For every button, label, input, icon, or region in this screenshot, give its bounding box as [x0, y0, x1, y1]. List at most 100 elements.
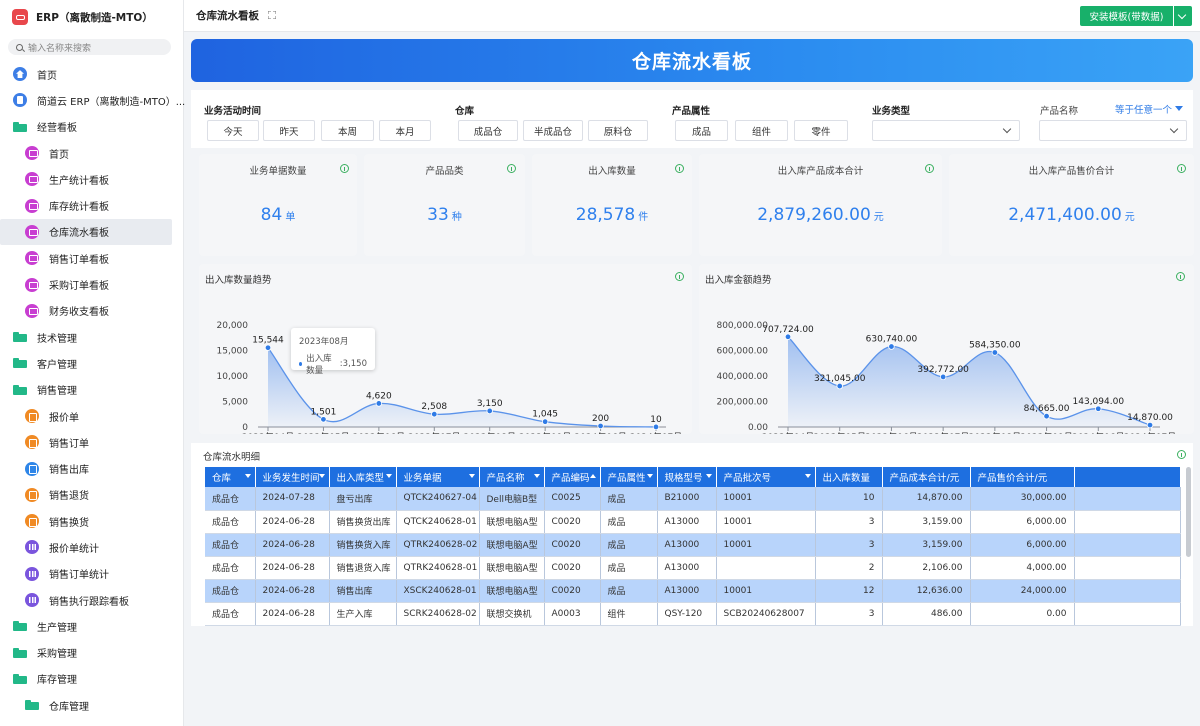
- sidebar-item[interactable]: 库存统计看板: [0, 192, 183, 218]
- column-header[interactable]: 仓库: [205, 467, 256, 487]
- sidebar-item[interactable]: 财务收支看板: [0, 298, 183, 324]
- sidebar-item[interactable]: 报价单统计: [0, 534, 183, 560]
- column-header[interactable]: 产品成本合计/元: [882, 467, 971, 487]
- column-header[interactable]: 产品编码: [544, 467, 601, 487]
- sidebar-item[interactable]: 生产统计看板: [0, 166, 183, 192]
- sidebar-item[interactable]: 销售订单看板: [0, 245, 183, 271]
- sort-icon[interactable]: [705, 474, 712, 478]
- sidebar-item[interactable]: 销售出库: [0, 455, 183, 481]
- column-header[interactable]: 产品批次号: [716, 467, 816, 487]
- sidebar-item[interactable]: 仓库管理: [0, 692, 183, 718]
- column-header[interactable]: 出入库数量: [815, 467, 883, 487]
- fullscreen-icon[interactable]: [267, 10, 277, 20]
- column-header[interactable]: 业务发生时间: [255, 467, 330, 487]
- sort-icon[interactable]: [646, 474, 653, 478]
- data-point[interactable]: [888, 343, 895, 350]
- sidebar-item[interactable]: 采购管理: [0, 640, 183, 666]
- data-point[interactable]: [939, 373, 947, 381]
- table-row[interactable]: 成品仓 2024-06-28 销售出库 XSCK240628-01 联想电脑A型 C002…: [205, 579, 1181, 603]
- sidebar-item[interactable]: 客户管理: [0, 350, 183, 376]
- product-name-select[interactable]: [1039, 120, 1187, 141]
- data-point[interactable]: [1043, 413, 1050, 420]
- folder-icon: [13, 330, 27, 344]
- kpi-cost-total: 出入库产品成本合计 2,879,260.00 元: [699, 154, 942, 256]
- sidebar-item-label: 库存管理: [37, 675, 77, 687]
- data-point[interactable]: [486, 407, 493, 415]
- install-dropdown-icon[interactable]: [1174, 6, 1192, 26]
- warehouse-filter-semi[interactable]: 半成品仓: [523, 120, 583, 141]
- table-cell: 12,636.00: [882, 579, 971, 603]
- info-icon[interactable]: [1177, 450, 1186, 459]
- info-icon[interactable]: [1177, 164, 1186, 173]
- data-point[interactable]: [431, 411, 438, 418]
- time-filter-today[interactable]: 今天: [207, 120, 259, 141]
- data-point[interactable]: [784, 333, 792, 340]
- sidebar-item[interactable]: 销售管理: [0, 377, 183, 403]
- sidebar-item[interactable]: 销售订单统计: [0, 561, 183, 587]
- sidebar-item[interactable]: 销售退货: [0, 482, 183, 508]
- info-icon[interactable]: [340, 164, 349, 173]
- sidebar-item[interactable]: 经营看板: [0, 114, 183, 140]
- table-row[interactable]: 成品仓 2024-07-28 盘亏出库 QTCK240627-04 Dell电脑B型 C0…: [205, 487, 1181, 511]
- sidebar-item[interactable]: 库存管理: [0, 666, 183, 692]
- sort-asc-icon[interactable]: [589, 474, 596, 478]
- time-filter-yesterday[interactable]: 昨天: [263, 120, 315, 141]
- data-point[interactable]: [320, 416, 327, 423]
- data-point[interactable]: [375, 400, 383, 407]
- sidebar-item[interactable]: 生产管理: [0, 613, 183, 639]
- table-row[interactable]: 成品仓 2024-06-28 销售退货入库 QTRK240628-01 联想电脑A型 C0…: [205, 556, 1181, 580]
- column-header[interactable]: 出入库类型: [329, 467, 397, 487]
- sidebar-item[interactable]: 技术管理: [0, 324, 183, 350]
- attr-filter-part[interactable]: 零件: [794, 120, 848, 141]
- table-cell: B21000: [657, 487, 717, 511]
- column-header[interactable]: 业务单据: [396, 467, 480, 487]
- table-row[interactable]: 成品仓 2024-06-28 生产入库 SCRK240628-02 联想交换机 A0003…: [205, 602, 1181, 626]
- attr-filter-component[interactable]: 组件: [735, 120, 788, 141]
- attr-filter-finished[interactable]: 成品: [675, 120, 728, 141]
- sidebar-item[interactable]: 采购订单看板: [0, 271, 183, 297]
- table-row[interactable]: 成品仓 2024-06-28 销售换货入库 QTRK240628-02 联想电脑A型 C0…: [205, 533, 1181, 557]
- column-header[interactable]: 规格型号: [657, 467, 717, 487]
- warehouse-filter-finished[interactable]: 成品仓: [458, 120, 518, 141]
- product-name-match-mode[interactable]: 等于任意一个: [1115, 102, 1172, 116]
- install-template-button[interactable]: 安装模板(带数据): [1080, 6, 1173, 26]
- data-point[interactable]: [597, 422, 604, 430]
- sidebar-item[interactable]: 仓库流水看板: [0, 218, 172, 246]
- sort-icon[interactable]: [533, 474, 540, 478]
- sidebar-item[interactable]: 首页: [0, 61, 183, 87]
- data-point[interactable]: [264, 344, 272, 351]
- sort-icon[interactable]: [385, 474, 392, 478]
- time-filter-this-month[interactable]: 本月: [379, 120, 431, 141]
- sidebar-item[interactable]: 报价单: [0, 403, 183, 429]
- info-icon[interactable]: [507, 164, 516, 173]
- sidebar-search-input[interactable]: 输入名称来搜索: [8, 39, 171, 55]
- sort-icon[interactable]: [468, 474, 475, 478]
- column-header[interactable]: 产品售价合计/元: [970, 467, 1075, 487]
- data-point[interactable]: [541, 418, 549, 425]
- table-scrollbar[interactable]: [1186, 467, 1191, 557]
- data-point[interactable]: [991, 349, 999, 356]
- info-icon[interactable]: [925, 164, 934, 173]
- sort-icon[interactable]: [318, 474, 325, 478]
- sort-icon[interactable]: [804, 474, 811, 478]
- info-icon[interactable]: [675, 164, 684, 173]
- column-header[interactable]: 产品属性: [600, 467, 658, 487]
- sidebar-item[interactable]: 销售订单: [0, 429, 183, 455]
- data-point[interactable]: [1146, 421, 1154, 429]
- tooltip-series: 出入库数量: [306, 354, 332, 376]
- data-point[interactable]: [836, 382, 843, 390]
- sidebar-item[interactable]: 首页: [0, 140, 183, 166]
- sort-icon[interactable]: [244, 474, 251, 478]
- column-header[interactable]: 产品名称: [479, 467, 545, 487]
- data-point[interactable]: [1095, 405, 1102, 412]
- time-filter-this-week[interactable]: 本周: [321, 120, 374, 141]
- sidebar-item[interactable]: 销售执行跟踪看板: [0, 587, 183, 613]
- biz-type-select[interactable]: [872, 120, 1020, 141]
- match-mode-arrow-icon[interactable]: [1175, 106, 1183, 111]
- table-row[interactable]: 成品仓 2024-06-28 销售换货出库 QTCK240628-01 联想电脑A型 C0…: [205, 510, 1181, 534]
- warehouse-filter-raw[interactable]: 原料仓: [588, 120, 648, 141]
- sidebar-item[interactable]: 销售换货: [0, 508, 183, 534]
- page-tab-title[interactable]: 仓库流水看板: [196, 0, 259, 32]
- data-point[interactable]: [652, 423, 660, 431]
- sidebar-item[interactable]: 简道云 ERP（离散制造-MTO）...: [0, 87, 185, 113]
